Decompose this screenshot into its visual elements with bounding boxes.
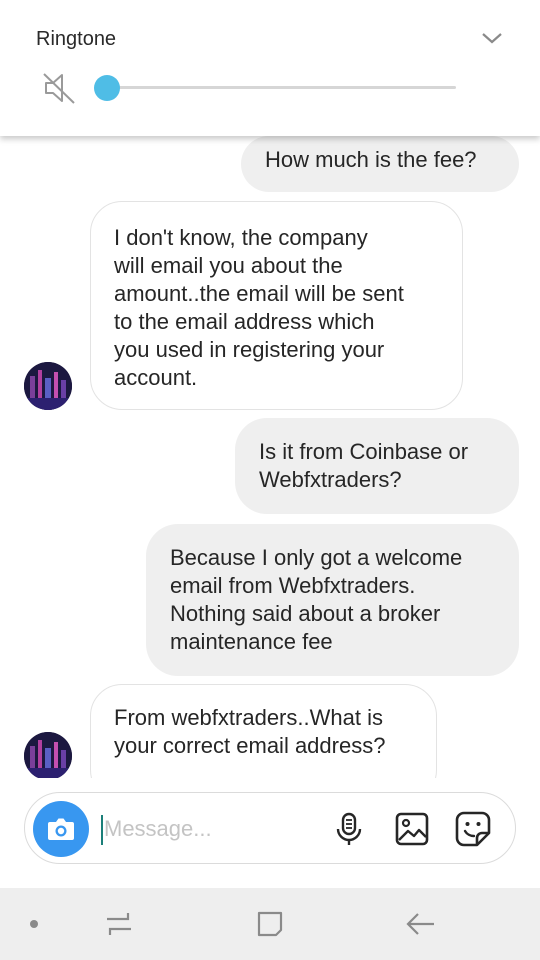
recent-apps-icon[interactable] [101,906,137,942]
back-icon[interactable] [403,906,439,942]
message-text-line: Because I only got a welcome [170,545,463,570]
message-bubble-incoming[interactable]: From webfxtraders..What is your correct … [90,684,437,778]
message-text-line: Nothing said about a broker [170,601,441,626]
avatar[interactable] [24,732,72,778]
message-text-line: From webfxtraders..What is [114,705,383,730]
avatar-image [24,732,72,778]
volume-slider-thumb[interactable] [94,75,120,101]
message-bubble-incoming[interactable]: I don't know, the company will email you… [90,201,463,410]
sticker-icon[interactable] [453,809,493,849]
message-text-line: amount..the email will be sent [114,281,404,306]
message-bubble-outgoing[interactable]: Because I only got a welcome email from … [146,524,519,676]
message-text-line: email from Webfxtraders. [170,573,416,598]
message-text-line: How much is the fee? [265,147,477,172]
message-text-line: Webfxtraders? [259,467,402,492]
message-text-line: account. [114,365,198,390]
ringtone-label: Ringtone [36,28,117,50]
message-composer [24,792,516,864]
dot-icon[interactable] [16,906,52,942]
navigation-bar [0,888,540,960]
message-text-line: I don't know, the company [114,225,368,250]
message-text-line: your correct email address? [114,733,386,758]
message-bubble-outgoing[interactable]: Is it from Coinbase or Webfxtraders? [235,418,519,514]
avatar-image [24,362,72,410]
gallery-icon[interactable] [392,809,432,849]
message-text-line: maintenance fee [170,629,333,654]
volume-panel: Ringtone [0,0,540,136]
avatar[interactable] [24,362,72,410]
camera-icon [48,818,74,840]
home-icon[interactable] [252,906,288,942]
text-cursor [101,815,103,845]
chevron-down-icon[interactable] [478,28,506,48]
message-text-line: Is it from Coinbase or [259,439,469,464]
microphone-icon[interactable] [329,809,369,849]
speaker-muted-icon[interactable] [42,70,78,106]
conversation-thread[interactable]: How much is the fee? I don't know, the c… [0,136,540,778]
message-bubble-outgoing[interactable]: How much is the fee? [241,136,519,192]
volume-slider-track[interactable] [104,86,456,89]
message-text-line: you used in registering your [114,337,385,362]
message-text-line: will email you about the [114,253,343,278]
message-input[interactable] [104,807,324,851]
camera-button[interactable] [33,801,89,857]
message-text-line: to the email address which [114,309,375,334]
